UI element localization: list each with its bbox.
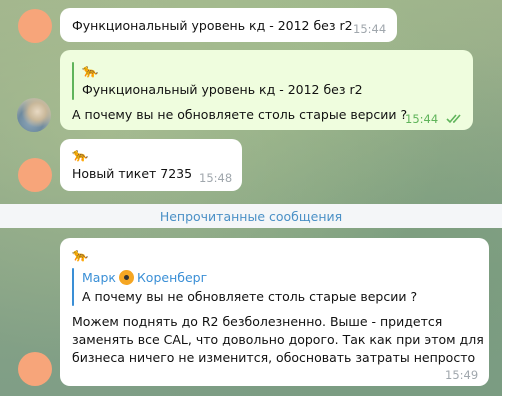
message-bubble[interactable]: Функциональный уровень кд - 2012 без r2 … — [60, 8, 397, 42]
reply-quote-bar — [72, 268, 74, 306]
avatar[interactable] — [17, 98, 51, 132]
message-time: 15:48 — [199, 171, 233, 185]
avatar[interactable] — [18, 9, 52, 43]
radioactive-emoji-icon — [118, 270, 134, 285]
message-text-line: бизнеса ничего не изменится, обосновать … — [72, 350, 476, 365]
message-time: 15:44 — [353, 22, 387, 36]
window-edge — [0, 396, 508, 402]
unread-messages-divider: Непрочитанные сообщения — [0, 204, 502, 228]
avatar[interactable] — [18, 158, 52, 192]
reply-sender[interactable]: Марк Коренберг — [82, 270, 207, 285]
message-bubble[interactable]: 🐆 Марк Коренберг А почему вы не обновляет… — [60, 238, 489, 386]
message-text: Новый тикет 7235 — [72, 166, 193, 181]
reply-quote-text[interactable]: А почему вы не обновляете столь старые в… — [82, 289, 417, 304]
message-bubble-outgoing[interactable]: 🐆 Функциональный уровень кд - 2012 без r… — [60, 50, 473, 130]
dog-emoji-icon: 🐆 — [72, 148, 89, 163]
message-text: Функциональный уровень кд - 2012 без r2 — [72, 18, 353, 33]
avatar[interactable] — [18, 352, 52, 386]
message-text-line: Можем поднять до R2 безболезненно. Выше … — [72, 314, 443, 329]
dog-emoji-icon: 🐆 — [72, 248, 89, 263]
reply-sender-last-name: Коренберг — [136, 270, 208, 285]
message-time: 15:44 — [405, 112, 439, 126]
message-text-line: заменять все CAL, что довольно дорого. Т… — [72, 332, 484, 347]
double-check-icon — [446, 114, 461, 124]
window-edge — [502, 0, 508, 402]
dog-emoji-icon: 🐆 — [82, 64, 99, 79]
message-bubble[interactable]: 🐆 Новый тикет 7235 15:48 — [60, 139, 242, 191]
reply-quote-bar — [72, 62, 74, 100]
reply-quote-text[interactable]: Функциональный уровень кд - 2012 без r2 — [82, 82, 363, 97]
reply-sender-first-name: Марк — [82, 270, 116, 285]
message-text: А почему вы не обновляете столь старые в… — [72, 107, 408, 122]
unread-divider-label: Непрочитанные сообщения — [159, 208, 343, 224]
message-time: 15:49 — [445, 368, 479, 382]
